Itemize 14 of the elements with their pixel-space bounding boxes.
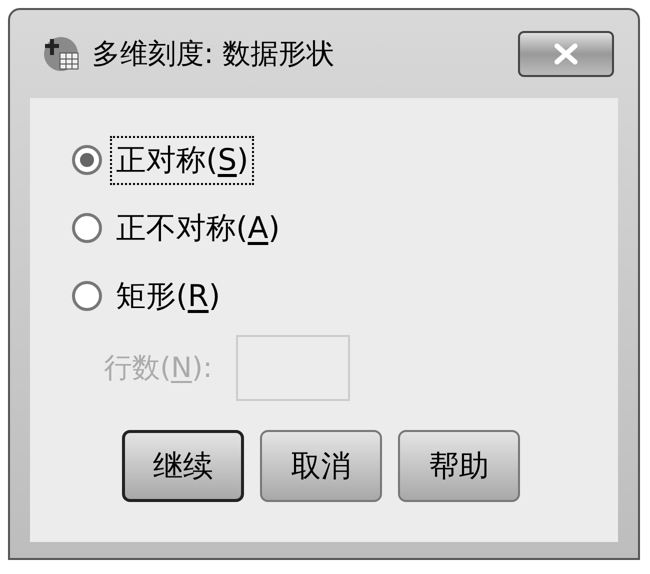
close-icon [553, 43, 579, 65]
close-button[interactable] [518, 31, 614, 77]
dialog-button[interactable]: 取消 [260, 430, 382, 502]
rows-label: 行数(N): [104, 350, 212, 386]
radio-button[interactable] [72, 281, 102, 311]
dialog-button[interactable]: 帮助 [398, 430, 520, 502]
window-title: 多维刻度: 数据形状 [92, 36, 336, 72]
option-label[interactable]: 矩形(R) [110, 272, 226, 320]
radio-button[interactable] [72, 145, 102, 175]
app-icon [42, 35, 80, 73]
option-label[interactable]: 正不对称(A) [110, 204, 286, 252]
option-label[interactable]: 正对称(S) [110, 136, 254, 184]
dialog-button[interactable]: 继续 [122, 430, 244, 502]
radio-button[interactable] [72, 213, 102, 243]
